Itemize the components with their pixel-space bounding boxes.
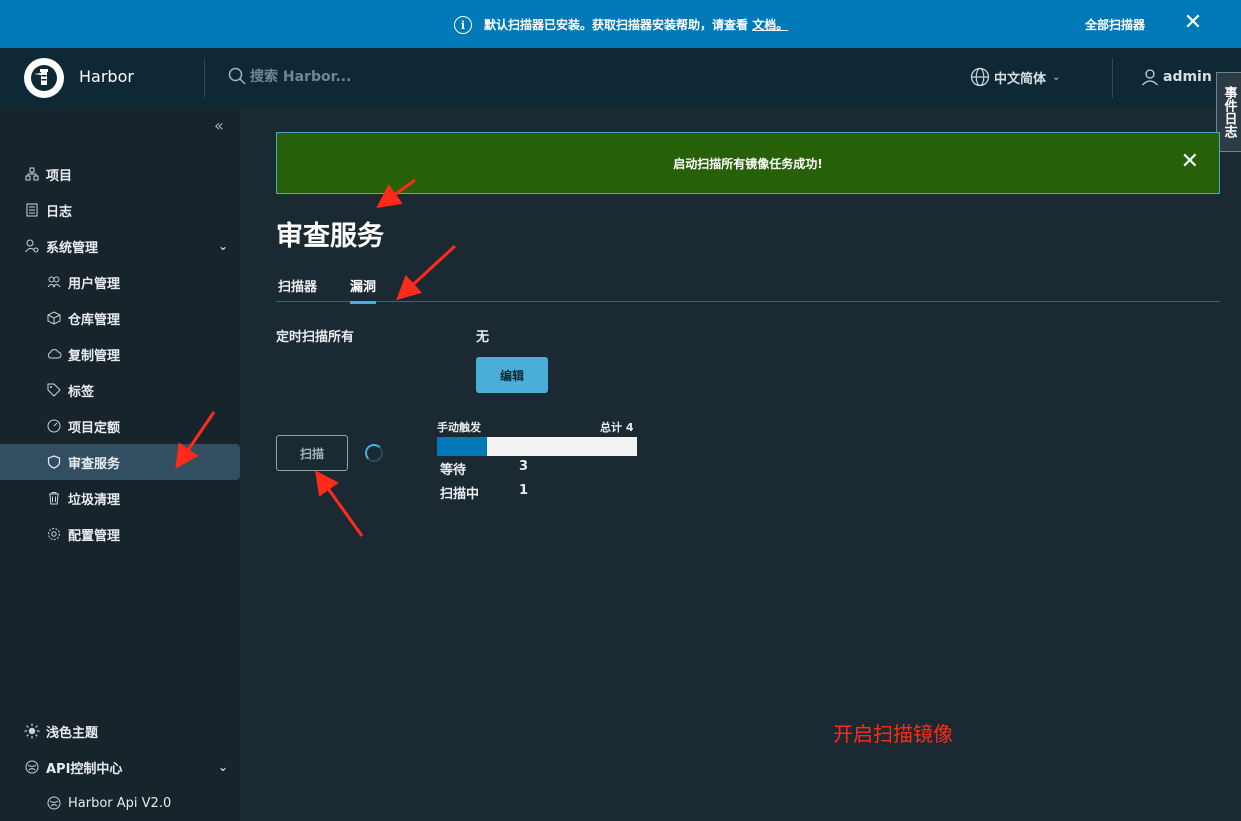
sidebar: « 项目 日志 系统管理 ⌄ 用户管理 仓库管理 复制管理 标签 项目定额 审查…: [0, 108, 240, 821]
edit-schedule-button[interactable]: 编辑: [476, 357, 548, 393]
sidebar-item-api-center[interactable]: API控制中心 ⌄: [0, 749, 240, 785]
chevron-down-icon: ⌄: [217, 239, 228, 253]
page-title: 审查服务: [276, 221, 384, 252]
pending-count: 3: [519, 459, 529, 474]
sidebar-item-registry[interactable]: 仓库管理: [0, 300, 240, 336]
header-divider: [1112, 58, 1113, 98]
projects-icon: [24, 166, 40, 182]
scan-progress-fill: [437, 437, 487, 456]
collapse-sidebar-icon[interactable]: «: [214, 116, 224, 135]
info-banner: i 默认扫描器已安装。获取扫描器安装帮助，请查看 文档。 全部扫描器 ✕: [0, 0, 1241, 48]
sidebar-item-label: 配置管理: [68, 528, 121, 544]
schedule-label: 定时扫描所有: [276, 330, 355, 345]
total-label: 总计 4: [600, 421, 634, 434]
sidebar-item-label: 日志: [46, 204, 73, 220]
replication-icon: [46, 346, 62, 362]
sidebar-item-logs[interactable]: 日志: [0, 192, 240, 228]
chevron-down-icon: ⌄: [1052, 71, 1061, 83]
annotation-arrow: [315, 470, 364, 537]
header-divider: [204, 58, 205, 98]
sidebar-item-label: 标签: [68, 384, 95, 400]
scan-now-button[interactable]: 扫描: [276, 435, 348, 471]
trigger-label: 手动触发: [437, 421, 481, 434]
loading-spinner: [365, 444, 383, 462]
admin-icon: [24, 238, 40, 254]
registry-icon: [46, 310, 62, 326]
sidebar-item-quotas[interactable]: 项目定额: [0, 408, 240, 444]
sidebar-item-interrogation-services[interactable]: 审查服务: [0, 444, 240, 480]
banner-message: 默认扫描器已安装。获取扫描器安装帮助，请查看 文档。: [484, 18, 789, 32]
gear-icon: [46, 526, 62, 542]
scanning-label: 扫描中: [440, 487, 480, 502]
tab-vulnerability[interactable]: 漏洞: [350, 276, 377, 304]
user-menu[interactable]: admin ⌄: [1140, 67, 1226, 87]
sidebar-item-label: 项目定额: [68, 420, 121, 436]
sidebar-item-gc[interactable]: 垃圾清理: [0, 480, 240, 516]
success-alert: 启动扫描所有镜像任务成功! ✕: [276, 132, 1220, 194]
sidebar-item-configuration[interactable]: 配置管理: [0, 516, 240, 552]
info-icon: i: [454, 16, 472, 34]
tab-bar: 扫描器 漏洞: [276, 270, 1220, 304]
docs-link[interactable]: 文档。: [752, 18, 788, 32]
sidebar-item-admin[interactable]: 系统管理 ⌄: [0, 228, 240, 264]
language-selector[interactable]: 中文简体 ⌄: [970, 67, 1060, 87]
sidebar-item-projects[interactable]: 项目: [0, 156, 240, 192]
global-search[interactable]: 搜索 Harbor...: [228, 66, 351, 86]
sidebar-item-label: 浅色主题: [46, 725, 99, 741]
quota-icon: [46, 418, 62, 434]
harbor-logo[interactable]: [24, 58, 64, 98]
theme-toggle[interactable]: 浅色主题: [0, 713, 240, 749]
app-header: Harbor 搜索 Harbor... 中文简体 ⌄ admin ⌄: [0, 48, 1241, 108]
globe-icon: [970, 67, 990, 87]
user-icon: [1142, 69, 1158, 86]
shield-icon: [46, 454, 62, 470]
sidebar-item-label: API控制中心: [46, 761, 123, 777]
sidebar-item-users[interactable]: 用户管理: [0, 264, 240, 300]
banner-close-button[interactable]: ✕: [1181, 12, 1205, 36]
logs-icon: [24, 202, 40, 218]
scan-progress-bar: [437, 437, 637, 456]
users-icon: [46, 274, 62, 290]
sun-icon: [24, 723, 40, 739]
sidebar-item-harbor-api[interactable]: Harbor Api V2.0: [0, 785, 240, 821]
sidebar-item-label: Harbor Api V2.0: [68, 795, 172, 811]
all-scanners-link[interactable]: 全部扫描器: [1085, 16, 1145, 33]
language-label: 中文简体: [994, 71, 1047, 87]
api-sub-icon: [46, 795, 62, 811]
sidebar-item-labels[interactable]: 标签: [0, 372, 240, 408]
sidebar-item-label: 项目: [46, 168, 73, 184]
username: admin: [1163, 69, 1212, 85]
sidebar-item-label: 仓库管理: [68, 312, 121, 328]
pending-label: 等待: [440, 463, 467, 478]
sidebar-item-label: 复制管理: [68, 348, 121, 364]
scanning-count: 1: [519, 483, 529, 498]
sidebar-item-label: 系统管理: [46, 240, 99, 256]
schedule-value: 无: [476, 330, 490, 345]
alert-close-button[interactable]: ✕: [1181, 149, 1199, 174]
search-icon: [228, 67, 246, 85]
api-icon: [24, 759, 40, 775]
search-input[interactable]: 搜索 Harbor...: [250, 66, 351, 86]
brand-name: Harbor: [79, 67, 134, 86]
tab-scanners[interactable]: 扫描器: [278, 276, 317, 301]
annotation-text: 开启扫描镜像: [833, 722, 953, 746]
alert-text: 启动扫描所有镜像任务成功!: [673, 156, 823, 171]
trash-icon: [46, 490, 62, 506]
tag-icon: [46, 382, 62, 398]
sidebar-item-replication[interactable]: 复制管理: [0, 336, 240, 372]
sidebar-item-label: 垃圾清理: [68, 492, 121, 508]
sidebar-item-label: 用户管理: [68, 276, 121, 292]
chevron-down-icon: ⌄: [217, 760, 228, 774]
sidebar-item-label: 审查服务: [68, 456, 121, 472]
